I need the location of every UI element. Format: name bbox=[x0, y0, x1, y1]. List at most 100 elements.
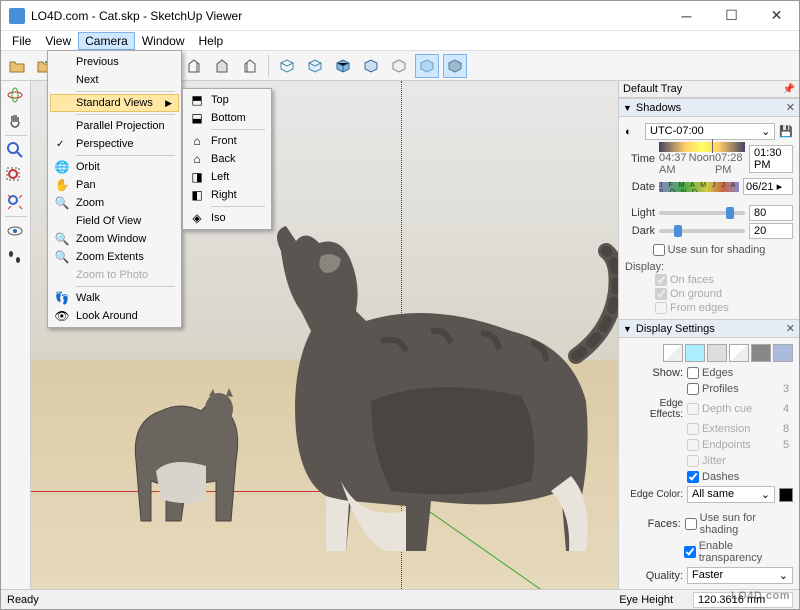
edge-color-select[interactable]: All same⌄ bbox=[687, 486, 775, 503]
collapse-icon: ▼ bbox=[623, 103, 632, 113]
default-tray: Default Tray 📌 ▼ Shadows ✕ ◐ UTC-07:00⌄ … bbox=[618, 81, 799, 589]
collapse-icon: ▼ bbox=[623, 324, 632, 334]
style-shaded-button[interactable] bbox=[331, 54, 355, 78]
menu-next[interactable]: Next bbox=[50, 71, 179, 89]
view-left[interactable]: ◨Left bbox=[185, 168, 269, 186]
front-icon: ⌂ bbox=[189, 134, 205, 148]
menu-walk[interactable]: 👣Walk bbox=[50, 289, 179, 307]
extension-check: Extension8 bbox=[687, 422, 793, 436]
style-2[interactable] bbox=[685, 344, 705, 362]
dark-label: Dark bbox=[625, 225, 655, 237]
date-value[interactable]: 06/21 ▸ bbox=[743, 178, 793, 195]
style-6[interactable] bbox=[773, 344, 793, 362]
back-icon: ⌂ bbox=[189, 152, 205, 166]
menu-zoom-window[interactable]: 🔍Zoom Window bbox=[50, 230, 179, 248]
style-5[interactable] bbox=[751, 344, 771, 362]
style-wire-button[interactable] bbox=[275, 54, 299, 78]
menu-help[interactable]: Help bbox=[192, 32, 231, 50]
view-left-button[interactable] bbox=[238, 54, 262, 78]
status-text: Ready bbox=[7, 594, 39, 606]
dark-slider[interactable] bbox=[659, 229, 745, 233]
top-icon: ⬒ bbox=[189, 93, 205, 107]
shadow-toggle-icon[interactable]: ◐ bbox=[625, 126, 641, 138]
menu-file[interactable]: File bbox=[5, 32, 38, 50]
tray-header[interactable]: Default Tray 📌 bbox=[619, 81, 799, 98]
save-icon[interactable]: 💾 bbox=[779, 125, 793, 138]
zoom-window-tool[interactable] bbox=[3, 164, 27, 188]
edges-check[interactable]: Edges bbox=[687, 366, 733, 380]
view-right[interactable]: ◧Right bbox=[185, 186, 269, 204]
model-cat-2 bbox=[231, 201, 618, 581]
transparency-check[interactable]: Enable transparency bbox=[684, 539, 793, 565]
menu-perspective[interactable]: ✓Perspective bbox=[50, 135, 179, 153]
profiles-check[interactable]: Profiles3 bbox=[687, 382, 793, 396]
time-value[interactable]: 01:30 PM bbox=[749, 145, 793, 173]
pin-icon[interactable]: 📌 bbox=[783, 84, 795, 95]
menu-view[interactable]: View bbox=[38, 32, 78, 50]
look-icon: 👁 bbox=[54, 309, 70, 323]
walk-icon: 👣 bbox=[54, 291, 70, 305]
style-3[interactable] bbox=[707, 344, 727, 362]
zoom-extents-tool[interactable] bbox=[3, 190, 27, 214]
view-back[interactable]: ⌂Back bbox=[185, 150, 269, 168]
shadows-panel-header[interactable]: ▼ Shadows ✕ bbox=[619, 98, 799, 117]
menu-camera[interactable]: Camera bbox=[78, 32, 135, 50]
time-slider[interactable] bbox=[659, 142, 745, 152]
walk-tool[interactable] bbox=[3, 245, 27, 269]
standard-views-submenu: ⬒Top ⬓Bottom ⌂Front ⌂Back ◨Left ◧Right ◈… bbox=[182, 88, 272, 230]
dashes-check[interactable]: Dashes bbox=[687, 470, 739, 484]
close-panel-icon[interactable]: ✕ bbox=[786, 322, 795, 335]
display-settings-header[interactable]: ▼ Display Settings ✕ bbox=[619, 319, 799, 338]
menu-parallel[interactable]: Parallel Projection bbox=[50, 117, 179, 135]
light-slider[interactable] bbox=[659, 211, 745, 215]
depth-cue-check: Depth cue4 bbox=[687, 402, 793, 416]
menu-zoom-extents[interactable]: 🔍Zoom Extents bbox=[50, 248, 179, 266]
menu-orbit[interactable]: 🌐Orbit bbox=[50, 158, 179, 176]
quality-select[interactable]: Faster⌄ bbox=[687, 567, 793, 584]
pan-icon: ✋ bbox=[54, 178, 70, 192]
view-right-button[interactable] bbox=[182, 54, 206, 78]
style-mono-button[interactable] bbox=[387, 54, 411, 78]
view-bottom[interactable]: ⬓Bottom bbox=[185, 109, 269, 127]
edge-color-swatch[interactable] bbox=[779, 488, 793, 502]
pan-tool[interactable] bbox=[3, 109, 27, 133]
date-slider[interactable]: J F M A M J J A S O N D bbox=[659, 182, 739, 192]
faces-sun-check[interactable]: Use sun for shading bbox=[685, 511, 793, 537]
style-hidden-button[interactable] bbox=[303, 54, 327, 78]
close-button[interactable]: ✕ bbox=[754, 1, 799, 30]
minimize-button[interactable]: ─ bbox=[664, 1, 709, 30]
menu-standard-views[interactable]: Standard Views▶ bbox=[50, 94, 179, 112]
style-back-button[interactable] bbox=[443, 54, 467, 78]
open-button[interactable] bbox=[5, 54, 29, 78]
on-faces-check: On faces bbox=[655, 273, 793, 287]
look-around-tool[interactable] bbox=[3, 219, 27, 243]
style-xray-button[interactable] bbox=[415, 54, 439, 78]
view-back-button[interactable] bbox=[210, 54, 234, 78]
menu-previous[interactable]: Previous bbox=[50, 53, 179, 71]
statusbar: Ready Eye Height 120.3616 mm bbox=[1, 589, 799, 609]
use-sun-check[interactable]: Use sun for shading bbox=[625, 243, 793, 257]
style-shaded-tex-button[interactable] bbox=[359, 54, 383, 78]
close-panel-icon[interactable]: ✕ bbox=[786, 101, 795, 114]
date-label: Date bbox=[625, 181, 655, 193]
display-label: Display: bbox=[625, 261, 793, 273]
timezone-select[interactable]: UTC-07:00⌄ bbox=[645, 123, 775, 140]
menu-pan[interactable]: ✋Pan bbox=[50, 176, 179, 194]
menu-window[interactable]: Window bbox=[135, 32, 192, 50]
menu-fov[interactable]: Field Of View bbox=[50, 212, 179, 230]
menu-look-around[interactable]: 👁Look Around bbox=[50, 307, 179, 325]
maximize-button[interactable]: ☐ bbox=[709, 1, 754, 30]
view-iso[interactable]: ◈Iso bbox=[185, 209, 269, 227]
view-top[interactable]: ⬒Top bbox=[185, 91, 269, 109]
right-icon: ◧ bbox=[189, 188, 205, 202]
zoom-tool[interactable] bbox=[3, 138, 27, 162]
style-4[interactable] bbox=[729, 344, 749, 362]
orbit-tool[interactable] bbox=[3, 83, 27, 107]
menu-zoom[interactable]: 🔍Zoom bbox=[50, 194, 179, 212]
dark-value[interactable]: 20 bbox=[749, 223, 793, 239]
endpoints-check: Endpoints5 bbox=[687, 438, 793, 452]
style-1[interactable] bbox=[663, 344, 683, 362]
view-front[interactable]: ⌂Front bbox=[185, 132, 269, 150]
light-value[interactable]: 80 bbox=[749, 205, 793, 221]
window-title: LO4D.com - Cat.skp - SketchUp Viewer bbox=[31, 9, 664, 23]
